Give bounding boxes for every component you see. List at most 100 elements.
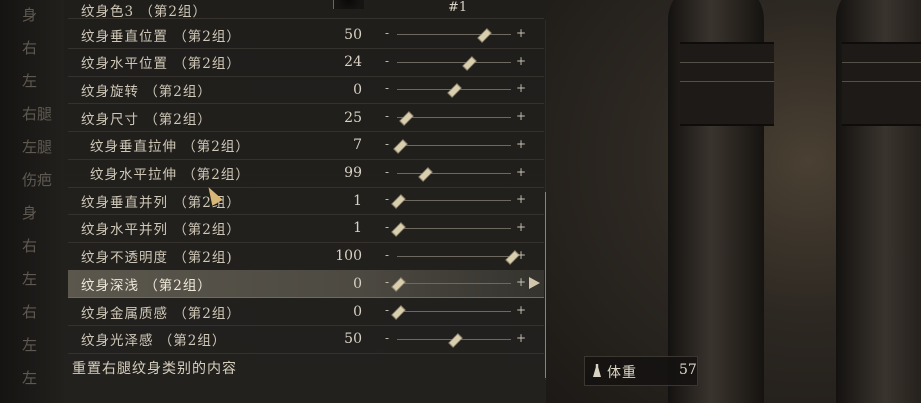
slider-row[interactable]: 纹身金属质感 （第2组） 0 - + (68, 298, 544, 326)
slider-value: 25 (344, 109, 362, 126)
slider-track[interactable] (393, 139, 511, 154)
weight-indicator: 体重 57 (584, 356, 698, 386)
slider-thumb[interactable] (447, 83, 462, 99)
slider-row[interactable]: 纹身尺寸 （第2组） 25 - + (68, 104, 544, 133)
decrease-button[interactable]: - (385, 331, 389, 345)
slider-track[interactable] (397, 111, 511, 126)
slider-track[interactable] (391, 305, 511, 320)
increase-button[interactable]: + (516, 192, 526, 206)
category-tab[interactable]: 左 (22, 70, 62, 91)
category-tab[interactable]: 左 (22, 334, 62, 355)
increase-button[interactable]: + (516, 331, 526, 345)
slider-thumb[interactable] (399, 111, 414, 126)
weight-value: 57 (679, 362, 697, 378)
slider-label: 纹身光泽感 （第2组） (81, 333, 227, 350)
category-tab[interactable]: 右 (22, 37, 62, 58)
slider-thumb[interactable] (448, 332, 463, 348)
increase-button[interactable]: + (516, 303, 526, 317)
slider-value: 1 (353, 220, 362, 237)
slider-track[interactable] (397, 83, 511, 99)
slider-track[interactable] (397, 55, 511, 71)
increase-button[interactable]: + (516, 220, 526, 234)
category-tab[interactable]: 右 (22, 235, 62, 256)
category-tab[interactable]: 伤疤 (22, 169, 62, 190)
slider-label: 纹身不透明度 （第2组) (81, 250, 233, 267)
reset-category-button[interactable]: 重置右腿纹身类别的内容 (72, 358, 237, 378)
increase-button[interactable]: + (516, 54, 526, 68)
increase-button[interactable]: + (516, 165, 526, 179)
category-tab[interactable]: 身 (22, 4, 62, 25)
left-stocking-band (680, 42, 774, 126)
slider-value: 99 (344, 165, 362, 181)
decrease-button[interactable]: - (385, 109, 389, 123)
slider-row[interactable]: 纹身垂直并列 （第2组） 1- + (68, 187, 544, 216)
slider-track[interactable] (397, 166, 511, 182)
color-swatch[interactable] (334, 0, 364, 9)
slider-value: 1 (353, 192, 362, 209)
tattoo-color-row[interactable]: 纹身色3 （第2组） #1 (68, 0, 544, 20)
decrease-button[interactable]: - (385, 220, 389, 234)
decrease-button[interactable]: - (385, 275, 389, 289)
slider-row[interactable]: 纹身水平位置 （第2组） 24 - + (68, 49, 544, 77)
slider-row[interactable]: 纹身水平拉伸 （第2组） 99 - + (68, 160, 544, 188)
category-tab[interactable]: 左 (22, 268, 62, 289)
slider-label: 纹身金属质感 （第2组） (81, 305, 241, 322)
slider-label: 纹身水平拉伸 （第2组） (90, 167, 250, 183)
slider-value: 50 (344, 26, 362, 43)
slider-row[interactable]: 纹身光泽感 （第2组） 50 - + (68, 326, 544, 354)
color-code: #1 (448, 0, 468, 15)
slider-track[interactable] (397, 249, 520, 265)
decrease-button[interactable]: - (385, 192, 389, 206)
slider-row[interactable]: 纹身垂直位置 （第2组） 50 - + (68, 21, 544, 49)
slider-track[interactable] (397, 332, 511, 348)
slider-thumb[interactable] (393, 139, 408, 154)
character-preview (546, 0, 921, 403)
increase-button[interactable]: + (516, 275, 526, 289)
decrease-button[interactable]: - (385, 54, 389, 68)
increase-button[interactable]: + (516, 81, 526, 95)
category-tab[interactable]: 左腿 (22, 136, 62, 157)
slider-row[interactable]: 纹身水平并列 （第2组） 1 - + (68, 215, 544, 243)
increase-button[interactable]: + (516, 248, 526, 262)
slider-row[interactable]: 纹身不透明度 （第2组) 100 - + (68, 243, 544, 271)
decrease-button[interactable]: - (385, 137, 389, 151)
decrease-button[interactable]: - (385, 81, 389, 95)
tattoo-settings-panel: 纹身色3 （第2组） #1 重置右腿纹身类别的内容 纹身垂直位置 （第2组） 50… (64, 0, 548, 403)
increase-button[interactable]: + (516, 109, 526, 123)
decrease-button[interactable]: - (385, 303, 389, 317)
decrease-button[interactable]: - (385, 248, 389, 262)
decrease-button[interactable]: - (385, 165, 389, 179)
slider-label: 纹身水平位置 （第2组） (81, 56, 241, 73)
category-tab[interactable]: 右 (22, 301, 62, 322)
slider-row[interactable]: 纹身垂直拉伸 （第2组） 7 - + (68, 132, 544, 160)
slider-value: 7 (353, 137, 362, 154)
category-tab[interactable]: 右腿 (22, 103, 62, 124)
right-stocking-band (842, 42, 921, 126)
selection-arrow-icon (529, 277, 540, 290)
slider-track[interactable] (391, 222, 511, 237)
category-tab[interactable]: 身 (22, 202, 62, 223)
slider-row[interactable]: 纹身深浅 （第2组） 0 - + (68, 270, 544, 299)
slider-track[interactable] (397, 28, 511, 43)
slider-thumb[interactable] (476, 28, 492, 43)
slider-thumb[interactable] (391, 194, 406, 209)
slider-thumb[interactable] (461, 55, 477, 71)
decrease-button[interactable]: - (385, 26, 389, 40)
slider-row[interactable]: 纹身旋转 （第2组） 0 - + (68, 76, 544, 105)
increase-button[interactable]: + (516, 137, 526, 151)
category-tab[interactable]: 左 (22, 367, 62, 388)
slider-thumb[interactable] (391, 277, 406, 293)
slider-value: 0 (353, 275, 362, 292)
slider-thumb[interactable] (418, 166, 434, 182)
slider-thumb[interactable] (391, 222, 406, 237)
slider-label: 纹身深浅 （第2组） (81, 277, 212, 294)
slider-track[interactable] (391, 194, 511, 209)
slider-thumb[interactable] (391, 305, 406, 320)
tattoo-color-label: 纹身色3 （第2组） (81, 4, 207, 20)
weight-icon (593, 364, 601, 377)
increase-button[interactable]: + (516, 26, 526, 40)
slider-value: 100 (335, 248, 362, 265)
slider-track[interactable] (391, 277, 511, 293)
slider-label: 纹身垂直位置 （第2组） (81, 28, 241, 45)
slider-label: 纹身垂直拉伸 （第2组） (90, 139, 250, 156)
